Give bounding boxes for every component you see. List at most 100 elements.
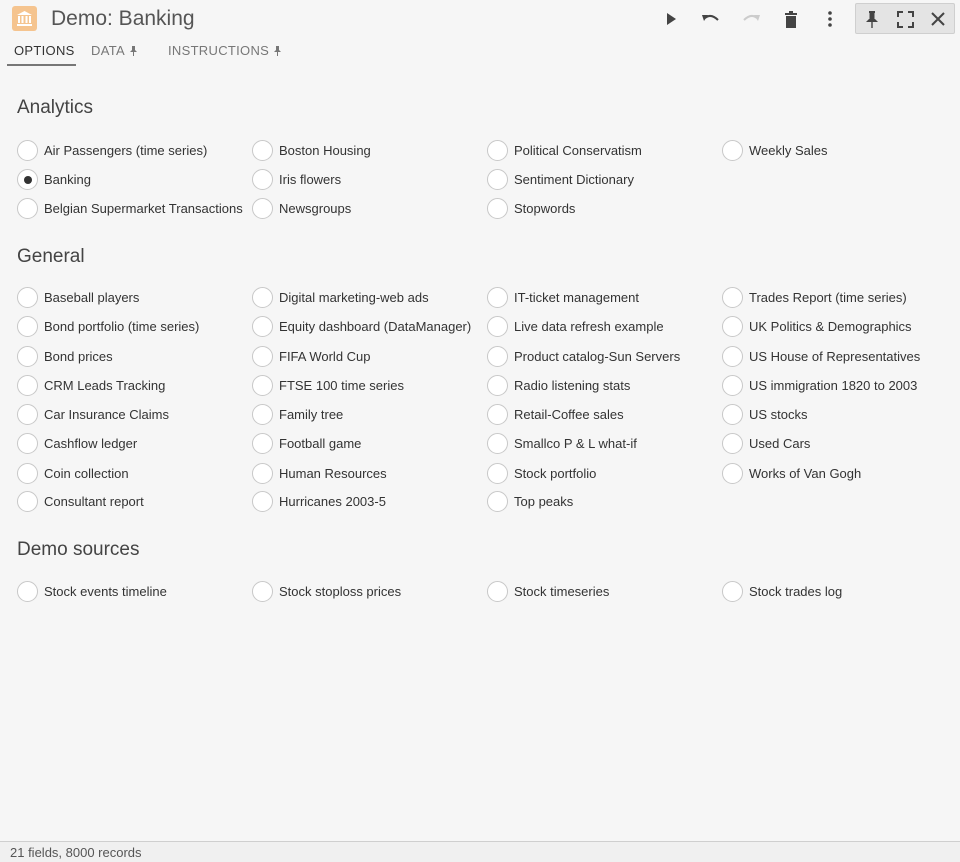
demo-option[interactable]: Live data refresh example <box>487 316 664 338</box>
radio-button[interactable] <box>252 316 273 337</box>
radio-button[interactable] <box>252 345 273 367</box>
demo-option[interactable]: Trades Report (time series) <box>722 286 907 308</box>
demo-option[interactable]: Baseball players <box>17 286 139 308</box>
tab-instructions[interactable]: INSTRUCTIONS <box>168 43 282 58</box>
radio-button[interactable] <box>722 286 743 308</box>
demo-option[interactable]: Consultant report <box>17 491 144 513</box>
radio-button[interactable] <box>722 433 743 454</box>
demo-option[interactable]: Family tree <box>252 404 343 426</box>
demo-option[interactable]: Belgian Supermarket Transactions <box>17 197 243 219</box>
demo-option[interactable]: Stock portfolio <box>487 462 596 484</box>
demo-option[interactable]: Bond prices <box>17 345 113 367</box>
radio-button[interactable] <box>252 374 273 396</box>
demo-option[interactable]: Banking <box>17 169 91 191</box>
radio-button[interactable] <box>17 316 38 337</box>
demo-option[interactable]: Radio listening stats <box>487 374 630 396</box>
demo-option[interactable]: Digital marketing-web ads <box>252 286 429 308</box>
demo-option[interactable]: Weekly Sales <box>722 139 828 161</box>
play-icon[interactable] <box>659 7 683 31</box>
demo-option[interactable]: Product catalog-Sun Servers <box>487 345 680 367</box>
radio-button[interactable] <box>487 197 508 219</box>
pin-icon[interactable] <box>860 7 884 31</box>
demo-option[interactable]: Bond portfolio (time series) <box>17 316 199 338</box>
tab-data[interactable]: DATA <box>91 43 137 58</box>
radio-button[interactable] <box>487 139 508 161</box>
radio-button[interactable] <box>252 139 273 161</box>
demo-option[interactable]: Political Conservatism <box>487 139 642 161</box>
demo-option[interactable]: Smallco P & L what-if <box>487 433 637 455</box>
radio-button[interactable] <box>252 433 273 454</box>
demo-option[interactable]: US stocks <box>722 404 808 426</box>
demo-option[interactable]: Stock trades log <box>722 580 842 602</box>
radio-button[interactable] <box>722 316 743 337</box>
radio-button[interactable] <box>17 374 38 396</box>
demo-option[interactable]: Stock timeseries <box>487 580 609 602</box>
radio-button[interactable] <box>487 345 508 367</box>
radio-button[interactable] <box>17 462 38 484</box>
radio-button[interactable] <box>17 580 38 602</box>
demo-option[interactable]: FTSE 100 time series <box>252 374 404 396</box>
more-vertical-icon[interactable] <box>818 7 842 31</box>
demo-option[interactable]: Stopwords <box>487 197 575 219</box>
radio-button[interactable] <box>17 139 38 161</box>
radio-button[interactable] <box>252 197 273 219</box>
demo-option[interactable]: Retail-Coffee sales <box>487 404 624 426</box>
radio-button[interactable] <box>252 404 273 425</box>
tab-options[interactable]: OPTIONS <box>14 43 75 58</box>
radio-button[interactable] <box>722 462 743 484</box>
radio-button[interactable] <box>252 580 273 602</box>
radio-button[interactable] <box>722 374 743 396</box>
radio-button[interactable] <box>487 462 508 484</box>
radio-button[interactable] <box>252 169 273 190</box>
radio-button[interactable] <box>487 169 508 190</box>
demo-option[interactable]: Human Resources <box>252 462 387 484</box>
radio-button[interactable] <box>487 433 508 454</box>
radio-button[interactable] <box>17 491 38 512</box>
close-icon[interactable] <box>926 7 950 31</box>
demo-option[interactable]: Stock events timeline <box>17 580 167 602</box>
radio-button[interactable] <box>722 404 743 425</box>
demo-option[interactable]: Cashflow ledger <box>17 433 137 455</box>
demo-option[interactable]: FIFA World Cup <box>252 345 371 367</box>
demo-option[interactable]: CRM Leads Tracking <box>17 374 165 396</box>
demo-option[interactable]: UK Politics & Demographics <box>722 316 912 338</box>
demo-option[interactable]: Equity dashboard (DataManager) <box>252 316 471 338</box>
redo-icon[interactable] <box>739 7 763 31</box>
radio-button[interactable] <box>722 580 743 602</box>
radio-button[interactable] <box>487 491 508 512</box>
radio-button[interactable] <box>252 286 273 308</box>
radio-button[interactable] <box>17 197 38 219</box>
radio-button[interactable] <box>252 462 273 484</box>
demo-option[interactable]: US immigration 1820 to 2003 <box>722 374 917 396</box>
demo-option[interactable]: Works of Van Gogh <box>722 462 861 484</box>
radio-button[interactable] <box>252 491 273 512</box>
radio-button[interactable] <box>722 345 743 367</box>
radio-button[interactable] <box>487 286 508 308</box>
undo-icon[interactable] <box>699 7 723 31</box>
demo-option[interactable]: Air Passengers (time series) <box>17 139 207 161</box>
demo-option[interactable]: US House of Representatives <box>722 345 920 367</box>
demo-option[interactable]: Newsgroups <box>252 197 351 219</box>
demo-option[interactable]: Boston Housing <box>252 139 371 161</box>
radio-button[interactable] <box>487 404 508 425</box>
demo-option[interactable]: IT-ticket management <box>487 286 639 308</box>
demo-option[interactable]: Coin collection <box>17 462 129 484</box>
demo-option[interactable]: Sentiment Dictionary <box>487 169 634 191</box>
radio-button[interactable] <box>17 169 38 190</box>
demo-option[interactable]: Used Cars <box>722 433 810 455</box>
demo-option[interactable]: Hurricanes 2003-5 <box>252 491 386 513</box>
radio-button[interactable] <box>487 580 508 602</box>
radio-button[interactable] <box>17 433 38 454</box>
radio-button[interactable] <box>17 404 38 425</box>
demo-option[interactable]: Top peaks <box>487 491 573 513</box>
radio-button[interactable] <box>487 374 508 396</box>
radio-button[interactable] <box>487 316 508 337</box>
demo-option[interactable]: Stock stoploss prices <box>252 580 401 602</box>
maximize-icon[interactable] <box>893 7 917 31</box>
demo-option[interactable]: Football game <box>252 433 361 455</box>
radio-button[interactable] <box>722 139 743 161</box>
radio-button[interactable] <box>17 345 38 367</box>
trash-icon[interactable] <box>779 7 803 31</box>
radio-button[interactable] <box>17 286 38 308</box>
demo-option[interactable]: Iris flowers <box>252 169 341 191</box>
